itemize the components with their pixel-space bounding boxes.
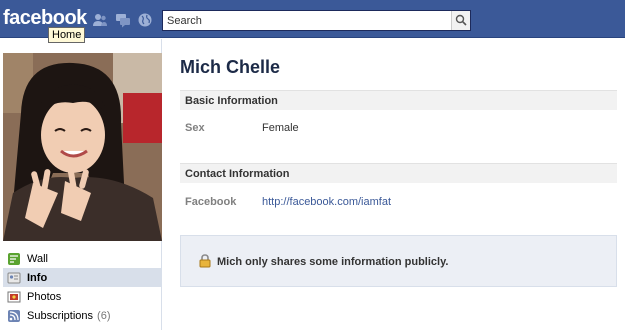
profile-name: Mich Chelle: [180, 57, 281, 77]
nav-item-label: Subscriptions: [27, 309, 94, 322]
nav-item-label: Wall: [27, 252, 48, 265]
sex-value: Female: [262, 122, 299, 134]
info-icon: [7, 271, 21, 285]
photos-icon: [7, 290, 21, 304]
nav-item-label: Photos: [27, 290, 62, 303]
contact-info-heading: Contact Information: [180, 163, 617, 183]
search-input[interactable]: [163, 11, 451, 30]
basic-info-heading: Basic Information: [180, 90, 617, 110]
profile-picture[interactable]: [3, 53, 162, 241]
nav-item-label: Info: [27, 271, 48, 284]
facebook-label: Facebook: [185, 196, 237, 208]
top-bar: facebook Home: [0, 0, 625, 43]
profile-nav: Wall Info Photos Subscriptions (6): [3, 249, 162, 325]
nav-item-info[interactable]: Info: [3, 268, 162, 287]
messages-icon[interactable]: [115, 12, 131, 28]
sex-label: Sex: [185, 122, 205, 134]
search-icon: [455, 14, 467, 26]
search-button[interactable]: [451, 11, 470, 30]
privacy-notice-text: Mich only shares some information public…: [217, 256, 449, 268]
notifications-globe-icon[interactable]: [137, 12, 153, 28]
search-box: [162, 10, 471, 31]
friend-requests-icon[interactable]: [92, 12, 108, 28]
wall-icon: [7, 252, 21, 266]
nav-item-wall[interactable]: Wall: [3, 249, 162, 268]
privacy-notice: Mich only shares some information public…: [180, 235, 617, 287]
left-column: Wall Info Photos Subscriptions (6): [0, 39, 162, 330]
home-tooltip: Home: [48, 27, 86, 43]
nav-item-photos[interactable]: Photos: [3, 287, 162, 306]
facebook-url-link[interactable]: http://facebook.com/iamfat: [262, 196, 391, 208]
subscriptions-count: (6): [97, 309, 111, 322]
subscriptions-icon: [7, 309, 21, 323]
nav-item-subscriptions[interactable]: Subscriptions (6): [3, 306, 162, 325]
lock-icon: [198, 254, 212, 268]
